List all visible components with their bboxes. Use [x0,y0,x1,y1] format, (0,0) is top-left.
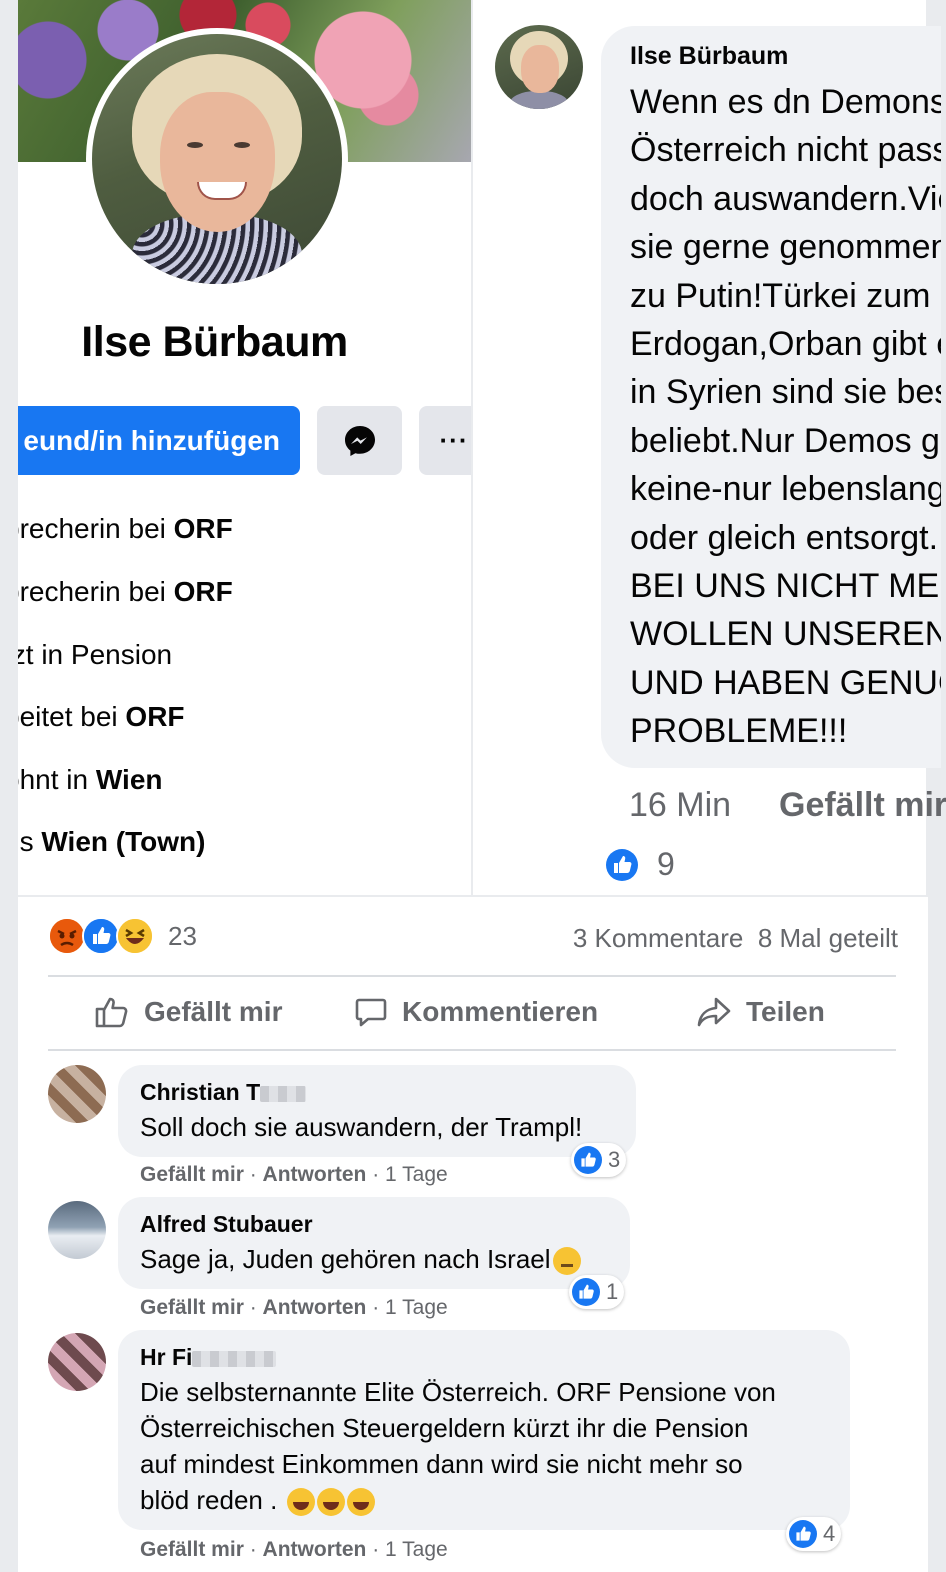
profile-avatar[interactable] [86,28,348,290]
comment-author[interactable]: Christian T [140,1079,307,1106]
comment-reply-link[interactable]: Antworten [263,1538,367,1561]
comment-actions: Gefällt mir · Antworten · 1 Tage [140,1538,448,1561]
comment-like-badge[interactable]: 1 [569,1275,625,1309]
post-footer: 23 3 Kommentare 8 Mal geteilt Gefällt mi… [18,897,928,1572]
more-options-button[interactable]: ··· [419,406,471,475]
neutral-face-emoji [552,1247,581,1276]
comment-author[interactable]: Hr Fi [140,1344,277,1371]
post-author-avatar[interactable] [495,25,583,109]
haha-reaction-icon [116,917,154,955]
intro-line: tzt in Pension [18,639,173,670]
comment-time[interactable]: 1 Tage [385,1163,448,1186]
messenger-button[interactable] [317,406,402,475]
reaction-summary[interactable]: 23 [48,917,197,955]
comment-count-link[interactable]: 3 Kommentare [573,923,744,953]
like-button[interactable]: Gefällt mir [94,995,282,1029]
commenter-avatar[interactable] [48,1065,106,1123]
divider [48,1049,896,1051]
comment-text: Sage ja, Juden gehören nach Israel [140,1241,581,1277]
comment-reply-link[interactable]: Antworten [263,1296,367,1319]
post-comment-card: Ilse Bürbaum Wenn es dn Demonstranten in… [473,0,946,895]
comment-time[interactable]: 1 Tage [385,1538,448,1561]
comment-bubble: Hr Fi Die selbsternannte Elite Österreic… [118,1330,850,1530]
comment-bubble: Christian T Soll doch sie auswandern, de… [118,1065,636,1157]
post-reaction-count: 9 [657,846,675,882]
post-text: Wenn es dn Demonstranten in Österreich n… [630,83,941,751]
divider [48,975,896,977]
profile-card: Ilse Bürbaum eund/in hinzufügen ··· prec… [18,0,471,895]
laughing-emoji [286,1488,315,1517]
intro-line: precherin bei ORF [18,576,233,607]
like-reaction-icon [572,1278,600,1306]
laughing-emoji [346,1488,375,1517]
comment-time[interactable]: 1 Tage [385,1296,448,1319]
like-reaction-icon [606,848,638,881]
comment-author[interactable]: Alfred Stubauer [140,1211,313,1238]
commenter-avatar[interactable] [48,1333,106,1391]
comment-actions: Gefällt mir · Antworten · 1 Tage [140,1163,448,1186]
post-reactions[interactable]: 9 [605,846,675,883]
thumbs-up-icon [95,997,128,1028]
messenger-icon [344,425,375,456]
comment-actions: Gefällt mir · Antworten · 1 Tage [140,1296,448,1319]
like-reaction-icon [82,917,120,955]
comment-like-badge[interactable]: 4 [786,1517,842,1551]
like-reaction-icon [789,1520,817,1548]
intro-line: us Wien (Town) [18,826,206,857]
share-count-link[interactable]: 8 Mal geteilt [758,923,898,953]
comment-like-link[interactable]: Gefällt mir [140,1296,244,1319]
comment-text: Österreichischen Steuergeldern kürzt ihr… [140,1413,749,1443]
profile-name: Ilse Bürbaum [81,318,348,366]
like-reaction-icon [574,1146,602,1174]
intro-line: precherin bei ORF [18,513,233,544]
share-button[interactable]: Teilen [696,995,825,1029]
intro-line: ohnt in Wien [18,764,163,795]
laughing-emoji [316,1488,345,1517]
post-author-name[interactable]: Ilse Bürbaum [630,42,788,71]
commenter-avatar[interactable] [48,1201,106,1259]
post-timestamp[interactable]: 16 Min [629,786,731,825]
comment-text: blöd reden . [140,1482,375,1518]
add-friend-button[interactable]: eund/in hinzufügen [18,406,300,475]
comment-like-link[interactable]: Gefällt mir [140,1538,244,1561]
angry-reaction-icon [48,917,86,955]
comment-reply-link[interactable]: Antworten [263,1163,367,1186]
post-comment-bubble: Ilse Bürbaum Wenn es dn Demonstranten in… [601,26,941,768]
share-arrow-icon [697,997,731,1027]
comment-bubble: Alfred Stubauer Sage ja, Juden gehören n… [118,1197,630,1289]
comment-button[interactable]: Kommentieren [354,995,598,1029]
comment-text: Die selbsternannte Elite Österreich. ORF… [140,1377,776,1407]
comment-text: Soll doch sie auswandern, der Trampl! [140,1112,583,1142]
intro-line: beitet bei ORF [18,701,185,732]
engagement-counts: 3 Kommentare 8 Mal geteilt [573,923,898,954]
post-like-link[interactable]: Gefällt mir [779,786,946,825]
comment-like-link[interactable]: Gefällt mir [140,1163,244,1186]
comment-like-badge[interactable]: 3 [571,1143,627,1177]
total-reactions-count: 23 [168,920,197,951]
comment-text: auf mindest Einkommen dann wird sie nich… [140,1449,743,1479]
comment-icon [355,998,387,1027]
